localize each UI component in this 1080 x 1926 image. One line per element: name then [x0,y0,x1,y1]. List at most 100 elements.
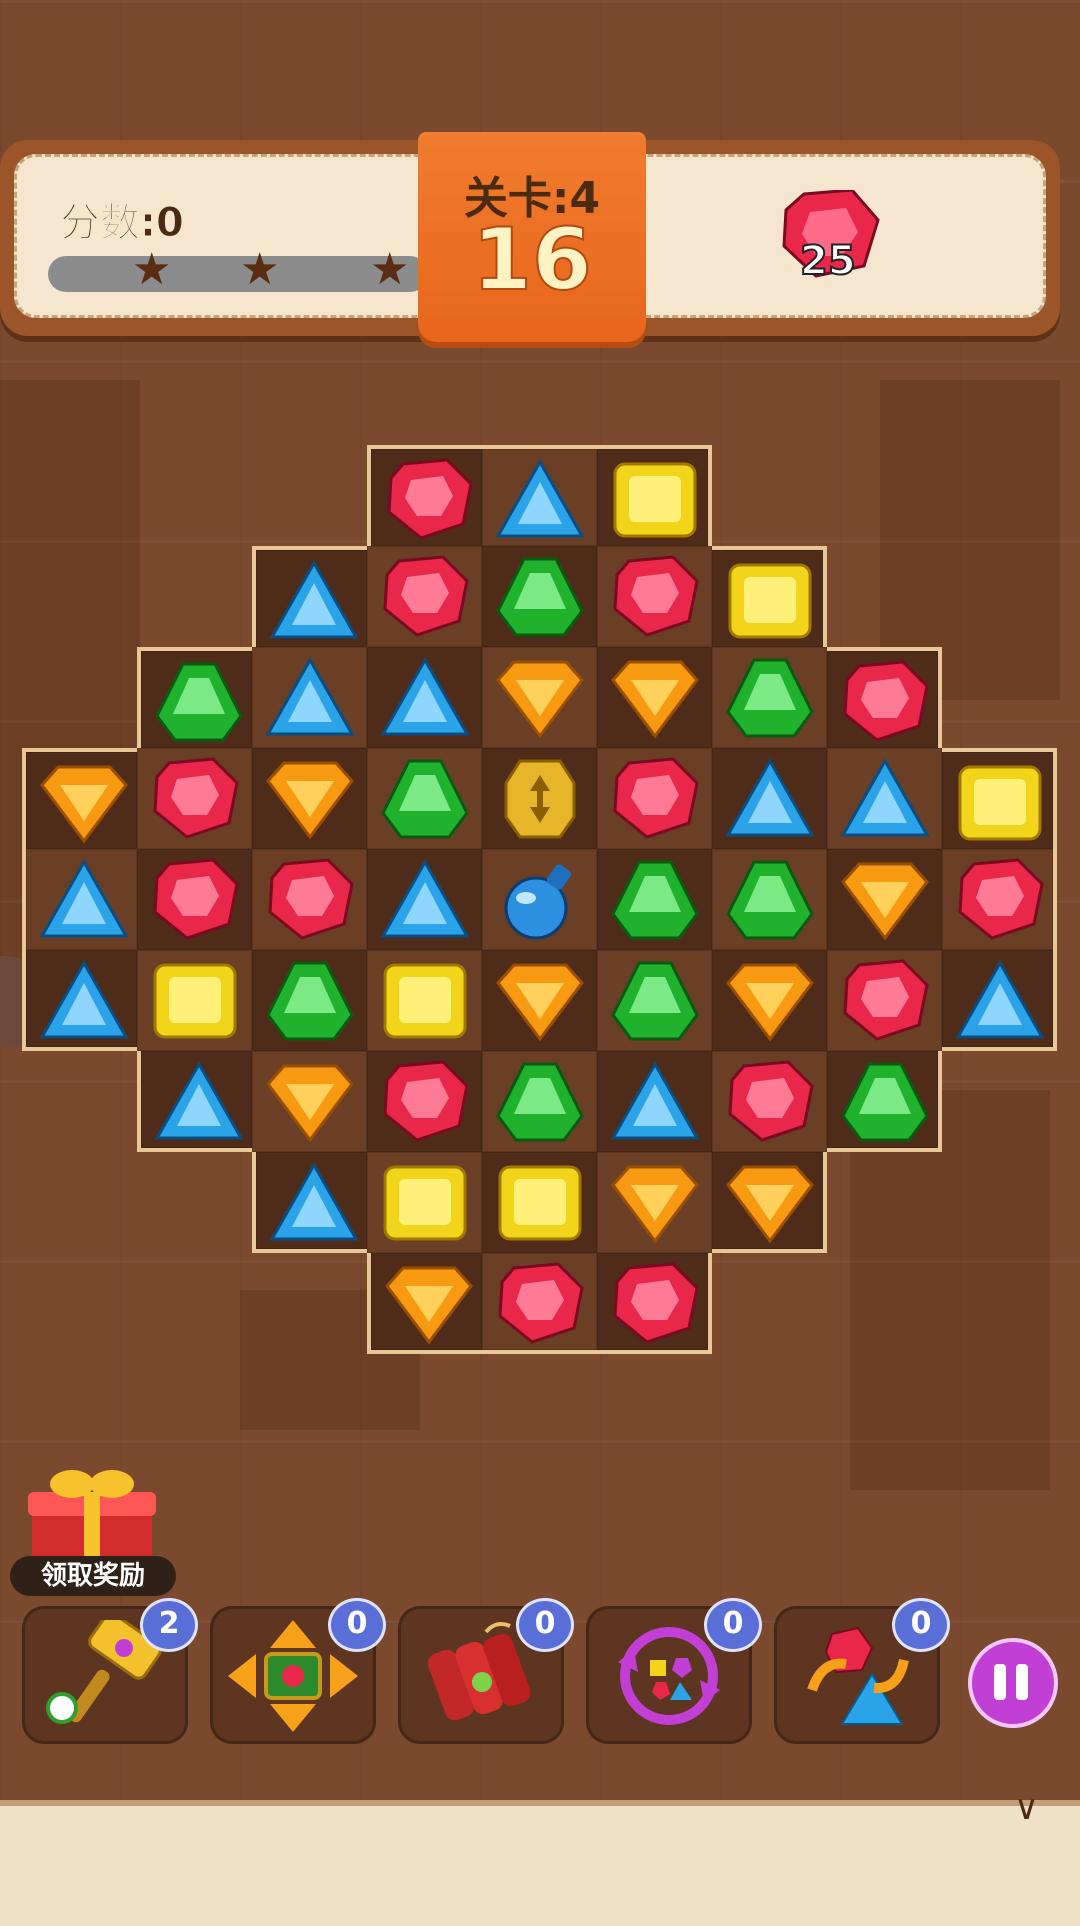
board-cell[interactable] [482,445,597,546]
board-cell[interactable] [367,849,482,950]
orange-gem-icon[interactable] [597,1152,712,1253]
blue-gem-icon[interactable] [26,849,141,950]
board-cell[interactable] [22,748,137,849]
orange-gem-icon[interactable] [597,647,712,748]
blue-gem-icon[interactable] [256,1152,371,1253]
board-cell[interactable] [712,849,827,950]
red-gem-icon[interactable] [137,849,252,950]
board-cell[interactable] [252,546,367,647]
blue-gem-icon[interactable] [482,449,597,550]
red-gem-icon[interactable] [371,449,486,550]
board-cell[interactable] [482,1253,597,1354]
board-cell[interactable] [22,950,137,1051]
board-cell[interactable] [22,849,137,950]
chevron-down-icon[interactable]: ∨ [1014,1788,1039,1828]
blue-gem-icon[interactable] [256,550,371,651]
striped-gem-icon[interactable] [482,748,597,849]
board-cell[interactable] [252,1152,367,1253]
board-cell[interactable] [597,1152,712,1253]
red-gem-icon[interactable] [827,651,942,752]
board-cell[interactable] [482,1152,597,1253]
red-gem-icon[interactable] [137,748,252,849]
board-cell[interactable] [597,1253,712,1354]
board-cell[interactable] [367,1253,482,1354]
blue-gem-icon[interactable] [252,647,367,748]
board-cell[interactable] [942,950,1057,1051]
board-cell[interactable] [597,748,712,849]
board-cell[interactable] [252,1051,367,1152]
yellow-gem-icon[interactable] [367,1152,482,1253]
gift-icon[interactable] [28,1466,156,1566]
board-cell[interactable] [942,748,1057,849]
board-cell[interactable] [482,748,597,849]
board-cell[interactable] [367,1051,482,1152]
board-cell[interactable] [712,748,827,849]
board-cell[interactable] [367,445,482,546]
orange-gem-icon[interactable] [252,1051,367,1152]
green-gem-icon[interactable] [712,849,827,950]
board-cell[interactable] [482,647,597,748]
green-gem-icon[interactable] [827,1051,942,1152]
yellow-gem-icon[interactable] [942,752,1057,853]
board-cell[interactable] [712,647,827,748]
board-cell[interactable] [597,546,712,647]
board-cell[interactable] [137,849,252,950]
board-cell[interactable] [482,1051,597,1152]
board-cell[interactable] [712,546,827,647]
board-cell[interactable] [482,849,597,950]
board-cell[interactable] [252,950,367,1051]
red-gem-icon[interactable] [367,546,482,647]
red-gem-icon[interactable] [597,546,712,647]
claim-reward-button[interactable]: 领取奖励 [10,1556,176,1596]
board-cell[interactable] [252,748,367,849]
red-gem-icon[interactable] [597,748,712,849]
board-cell[interactable] [252,849,367,950]
board-cell[interactable] [597,849,712,950]
red-gem-icon[interactable] [252,849,367,950]
green-gem-icon[interactable] [482,1051,597,1152]
blue-gem-icon[interactable] [367,647,482,748]
board-cell[interactable] [712,1051,827,1152]
yellow-gem-icon[interactable] [137,950,252,1051]
board-cell[interactable] [137,748,252,849]
board-cell[interactable] [367,546,482,647]
board-cell[interactable] [712,950,827,1051]
blue-gem-icon[interactable] [141,1051,256,1152]
green-gem-icon[interactable] [252,950,367,1051]
pause-button[interactable] [968,1638,1058,1728]
green-gem-icon[interactable] [141,651,256,752]
orange-gem-icon[interactable] [712,1152,827,1253]
board-cell[interactable] [597,445,712,546]
board-cell[interactable] [367,748,482,849]
yellow-gem-icon[interactable] [482,1152,597,1253]
green-gem-icon[interactable] [597,950,712,1051]
yellow-gem-icon[interactable] [597,449,712,550]
board-cell[interactable] [137,647,252,748]
blue-gem-icon[interactable] [367,849,482,950]
green-gem-icon[interactable] [597,849,712,950]
board-cell[interactable] [252,647,367,748]
board-cell[interactable] [827,647,942,748]
board-cell[interactable] [942,849,1057,950]
board-cell[interactable] [827,950,942,1051]
board-cell[interactable] [367,1152,482,1253]
yellow-gem-icon[interactable] [712,550,827,651]
board-cell[interactable] [827,1051,942,1152]
red-gem-icon[interactable] [827,950,942,1051]
orange-gem-icon[interactable] [26,752,141,853]
blue-gem-icon[interactable] [712,748,827,849]
orange-gem-icon[interactable] [371,1253,486,1354]
yellow-gem-icon[interactable] [367,950,482,1051]
orange-gem-icon[interactable] [482,950,597,1051]
green-gem-icon[interactable] [712,647,827,748]
green-gem-icon[interactable] [367,748,482,849]
board-cell[interactable] [712,1152,827,1253]
board-cell[interactable] [367,647,482,748]
orange-gem-icon[interactable] [252,748,367,849]
board-cell[interactable] [827,748,942,849]
board-cell[interactable] [137,950,252,1051]
board-cell[interactable] [597,950,712,1051]
board-cell[interactable] [597,1051,712,1152]
red-gem-icon[interactable] [482,1253,597,1354]
blue-gem-icon[interactable] [827,748,942,849]
